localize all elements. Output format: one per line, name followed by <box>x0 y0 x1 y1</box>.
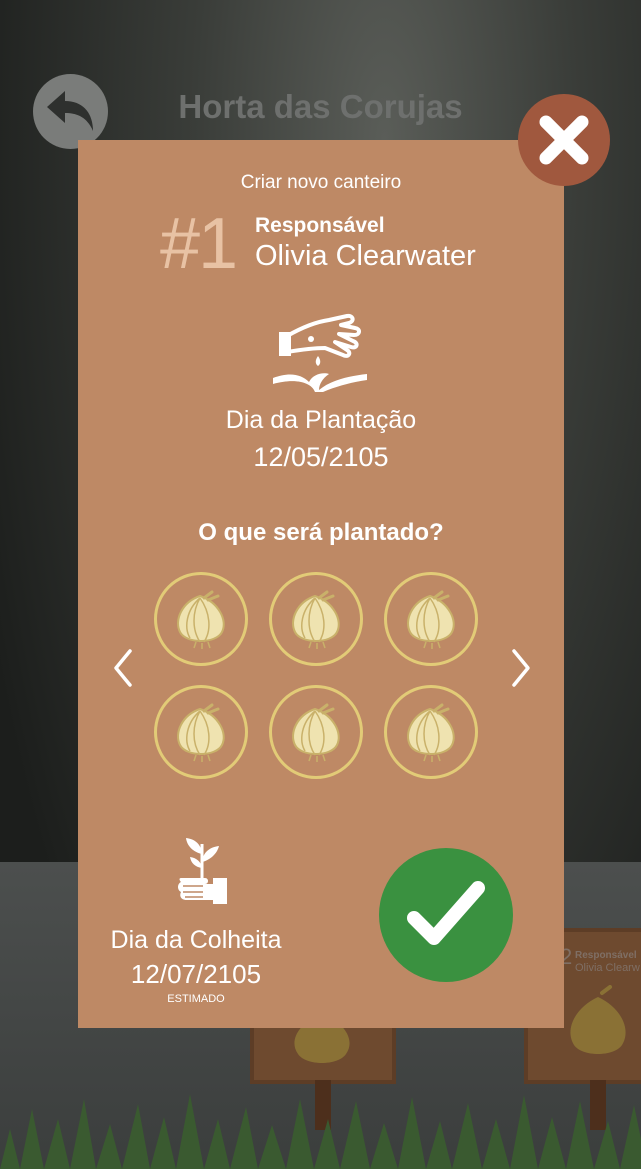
chevron-left-icon[interactable] <box>108 648 138 688</box>
onion-icon <box>177 703 225 762</box>
onion-icon <box>570 985 626 1054</box>
crop-option-button[interactable] <box>269 685 363 779</box>
bed-number: #1 <box>160 204 238 284</box>
checkmark-icon <box>407 881 485 945</box>
responsible-name: Olivia Clearwater <box>255 240 476 272</box>
harvest-label: Dia da Colheita <box>110 926 282 954</box>
onion-icon <box>407 703 455 762</box>
close-icon <box>539 115 589 165</box>
crop-grid <box>154 572 486 779</box>
crop-option-button[interactable] <box>269 572 363 666</box>
crop-option-button[interactable] <box>384 572 478 666</box>
crop-option-button[interactable] <box>154 572 248 666</box>
sign-label: Responsável <box>575 950 637 961</box>
new-bed-modal: Criar novo canteiro #1 Responsável Olivi… <box>78 140 564 1028</box>
harvest-date: 12/07/2105 <box>130 959 262 989</box>
back-button[interactable] <box>33 74 108 149</box>
modal-subtitle: Criar novo canteiro <box>240 172 402 193</box>
crop-option-button[interactable] <box>384 685 478 779</box>
sign-name: Olivia Clearw <box>575 962 640 974</box>
grass-decoration <box>0 1094 641 1169</box>
onion-icon <box>292 590 340 649</box>
close-button[interactable] <box>518 94 610 186</box>
hand-holding-sprout-icon <box>178 838 227 904</box>
planting-date[interactable]: 12/05/2105 <box>78 442 564 473</box>
responsible-label: Responsável <box>255 214 385 237</box>
back-arrow-icon <box>46 90 93 131</box>
harvest-estimate-note: ESTIMADO <box>167 993 225 1005</box>
onion-icon <box>407 590 455 649</box>
crop-option-button[interactable] <box>154 685 248 779</box>
sowing-hand-icon <box>273 313 367 392</box>
onion-icon <box>177 590 225 649</box>
confirm-button[interactable] <box>379 848 513 982</box>
chevron-right-icon[interactable] <box>506 648 536 688</box>
crop-question: O que será plantado? <box>198 519 444 546</box>
planting-label: Dia da Plantação <box>225 406 417 434</box>
onion-icon <box>292 703 340 762</box>
